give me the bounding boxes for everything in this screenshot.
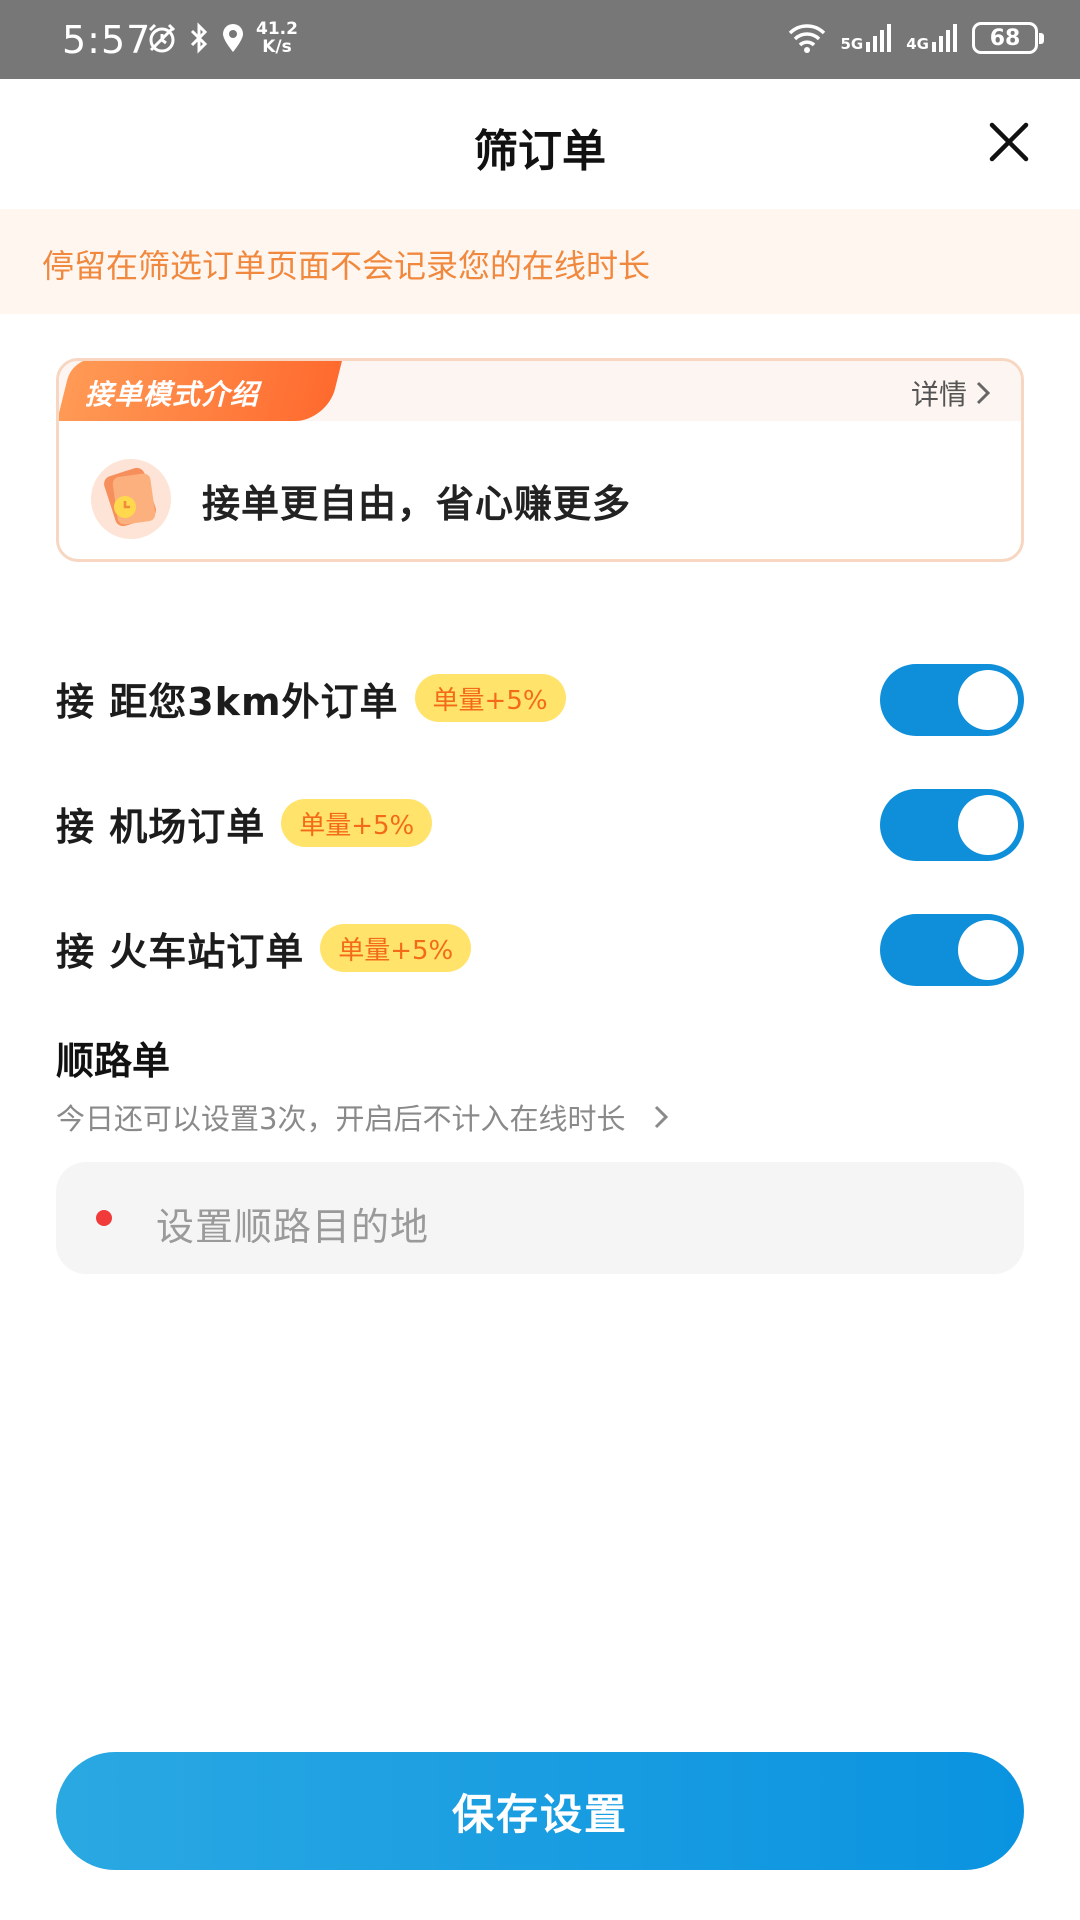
signal-bars-icon	[932, 24, 957, 52]
order-clock-icon	[91, 459, 171, 539]
bonus-badge: 单量+5%	[414, 674, 566, 722]
chevron-right-icon	[976, 381, 991, 405]
toggle-switch-train-station[interactable]	[880, 914, 1024, 986]
route-info-link[interactable]: 今日还可以设置3次，开启后不计入在线时长	[56, 1096, 669, 1138]
notice-banner: 停留在筛选订单页面不会记录您的在线时长	[0, 209, 1080, 314]
network-speed: 41.2 K/s	[256, 20, 298, 56]
toggle-switch-airport[interactable]	[880, 789, 1024, 861]
toggle-row-3km: 接 距您3km外订单 单量+5%	[56, 658, 1024, 738]
status-right-icons: 5G 4G 68	[787, 22, 1044, 54]
status-time: 5:57	[62, 18, 152, 62]
page-title: 筛订单	[474, 126, 606, 177]
notice-text: 停留在筛选订单页面不会记录您的在线时长	[42, 247, 651, 285]
save-settings-button[interactable]: 保存设置	[56, 1752, 1024, 1870]
bluetooth-icon	[190, 22, 208, 54]
location-icon	[223, 24, 243, 52]
detail-label: 详情	[910, 378, 967, 411]
toggle-row-train-station: 接 火车站订单 单量+5%	[56, 908, 1024, 988]
wifi-icon	[788, 24, 825, 53]
bonus-badge: 单量+5%	[281, 799, 433, 847]
signal-4g: 4G	[906, 24, 958, 52]
destination-placeholder: 设置顺路目的地	[156, 1205, 430, 1249]
intro-tag-label: 接单模式介绍	[85, 378, 260, 411]
header: 筛订单	[0, 79, 1080, 209]
destination-dot-icon	[96, 1210, 112, 1226]
net1-label: 5G	[840, 35, 864, 53]
battery-level: 68	[989, 25, 1021, 51]
detail-link[interactable]: 详情	[911, 373, 991, 413]
toggle-label: 接 机场订单	[56, 804, 266, 849]
signal-5g: 5G	[841, 24, 893, 52]
signal-bars-icon	[866, 24, 892, 52]
route-subtitle: 今日还可以设置3次，开启后不计入在线时长	[56, 1102, 626, 1136]
bonus-badge: 单量+5%	[320, 924, 472, 972]
close-icon[interactable]	[984, 117, 1034, 167]
intro-slogan: 接单更自由，省心赚更多	[202, 482, 632, 526]
status-bar: 5:57 41.2 K/s 5G 4G 68	[0, 0, 1080, 79]
route-section-title: 顺路单	[56, 1039, 171, 1083]
chevron-right-icon	[655, 1105, 669, 1129]
toggle-switch-3km[interactable]	[880, 664, 1024, 736]
toggle-row-airport: 接 机场订单 单量+5%	[56, 783, 1024, 863]
status-left-icons: 41.2 K/s	[146, 20, 298, 56]
mode-intro-card[interactable]: 接单模式介绍 详情 接单更自由，省心赚更多	[56, 358, 1024, 562]
toggle-knob	[958, 670, 1018, 730]
destination-input[interactable]: 设置顺路目的地	[56, 1162, 1024, 1274]
toggle-label: 接 火车站订单	[56, 929, 305, 974]
battery-icon: 68	[972, 22, 1044, 54]
alarm-icon	[148, 23, 176, 53]
toggle-knob	[958, 920, 1018, 980]
speed-unit: K/s	[262, 37, 292, 57]
toggle-label: 接 距您3km外订单	[56, 679, 399, 724]
net2-label: 4G	[906, 35, 929, 53]
speed-value: 41.2	[256, 19, 298, 39]
toggle-knob	[958, 795, 1018, 855]
